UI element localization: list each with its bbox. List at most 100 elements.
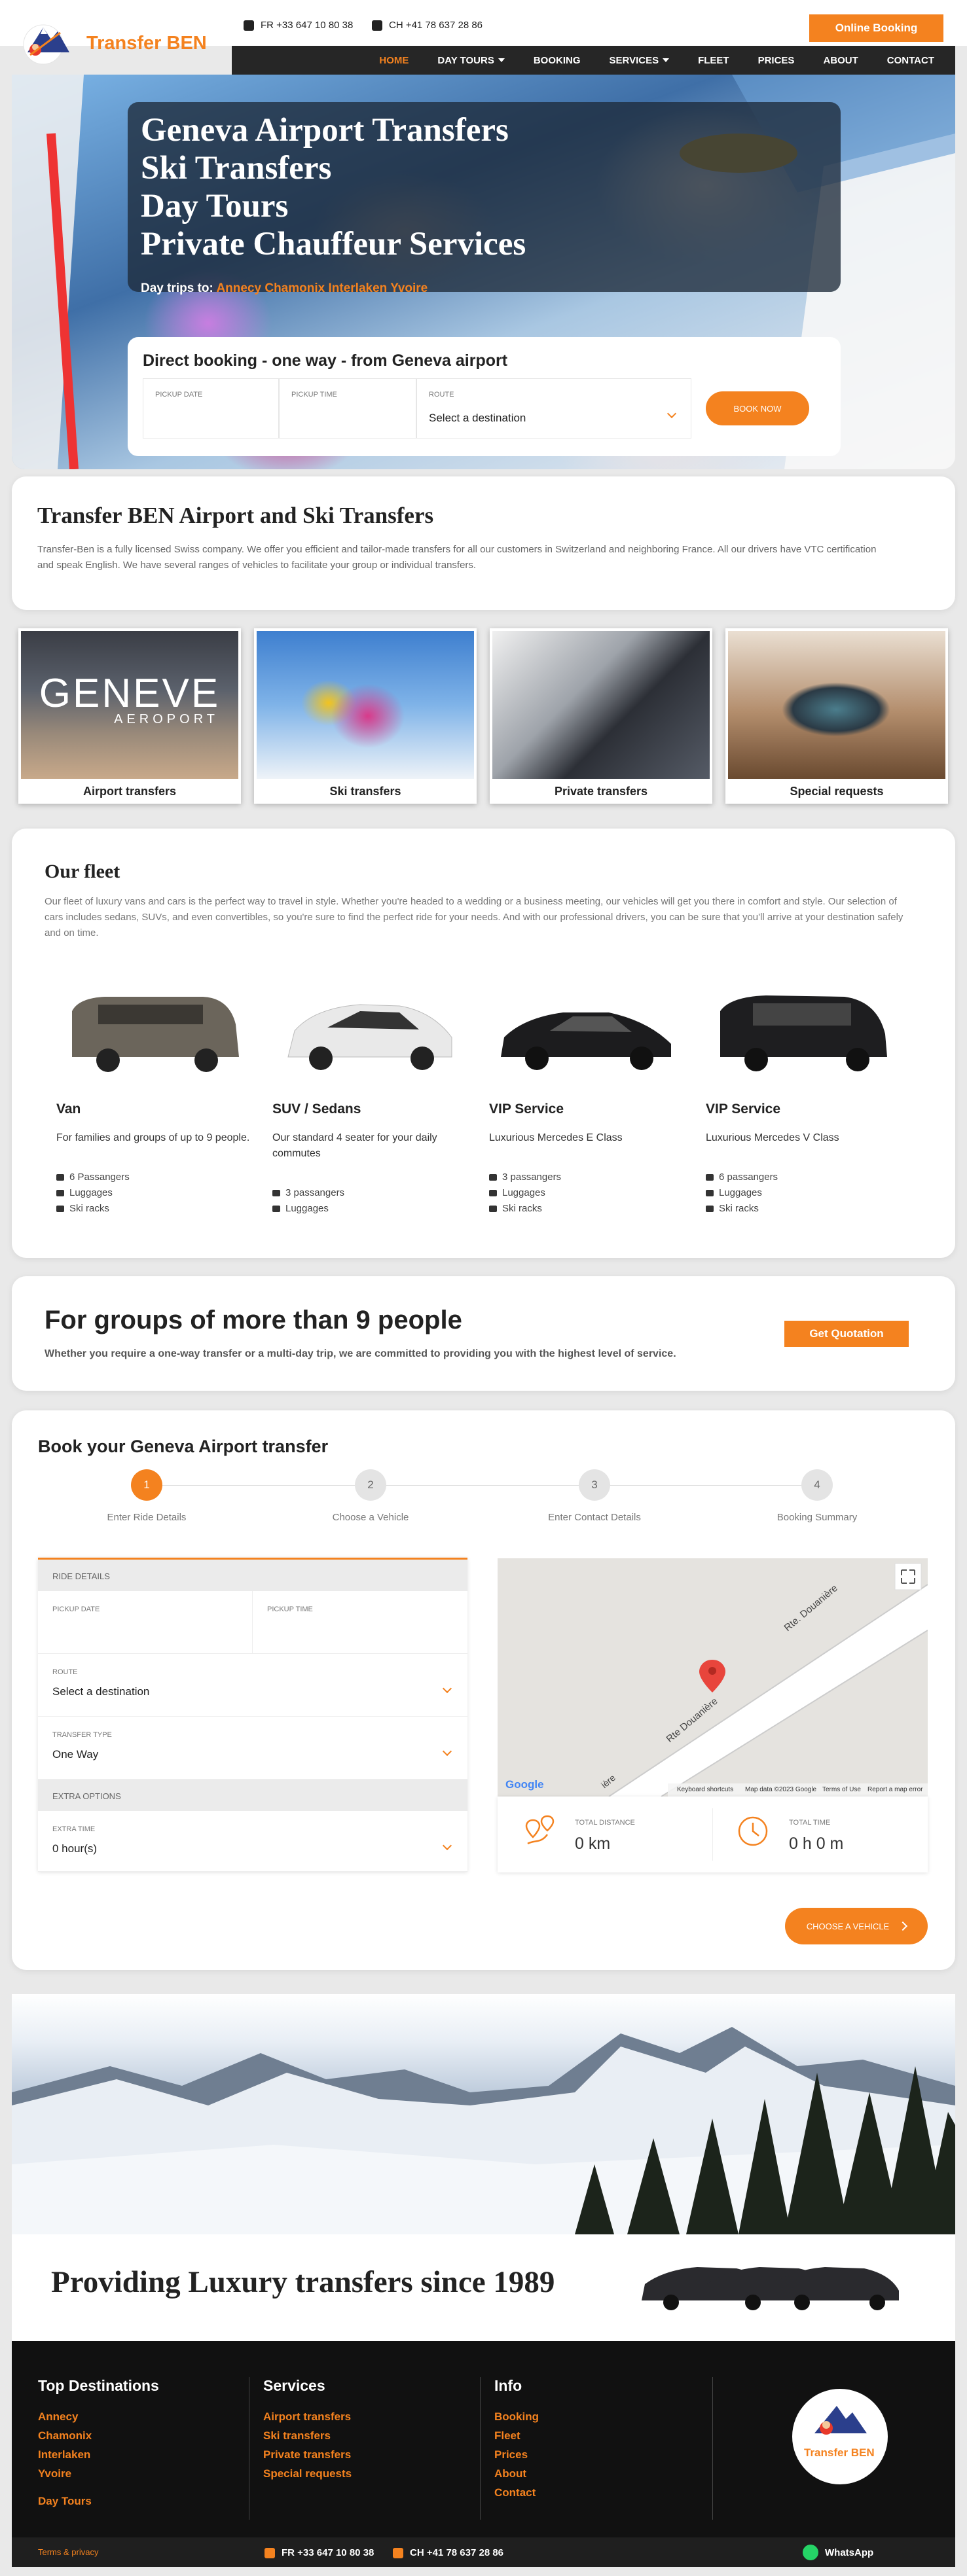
nav-fleet[interactable]: FLEET <box>684 55 744 66</box>
whatsapp-button[interactable]: WhatsApp <box>803 2545 873 2560</box>
day-trip-interlaken-link[interactable]: Interlaken <box>329 281 388 295</box>
nav-contact[interactable]: CONTACT <box>873 55 949 66</box>
service-card-private[interactable]: Private transfers <box>490 628 712 804</box>
footer-link-ski-transfers[interactable]: Ski transfers <box>263 2429 331 2442</box>
pickup-date-field[interactable]: PICKUP DATE <box>38 1591 253 1654</box>
phone-icon <box>372 20 382 31</box>
chevron-down-icon <box>442 1746 452 1757</box>
airport-image-text: GENEVE <box>39 671 221 716</box>
footer-link-yvoire[interactable]: Yvoire <box>38 2467 71 2480</box>
footer-phone-fr[interactable]: FR +33 647 10 80 38 <box>265 2547 374 2558</box>
suitcase-icon <box>706 1189 714 1196</box>
extra-time-label: EXTRA TIME <box>52 1825 96 1833</box>
airport-image: GENEVE AEROPORT <box>21 631 238 779</box>
day-trip-yvoire-link[interactable]: Yvoire <box>390 281 428 295</box>
service-card-ski[interactable]: Ski transfers <box>254 628 477 804</box>
feature-text: 6 Passangers <box>69 1172 130 1183</box>
terms-privacy-link[interactable]: Terms & privacy <box>38 2547 98 2557</box>
feature-luggages: Luggages <box>706 1187 762 1198</box>
transfer-type-select[interactable]: TRANSFER TYPE One Way <box>38 1717 467 1780</box>
route-stats: TOTAL DISTANCE 0 km TOTAL TIME 0 h 0 m <box>498 1797 928 1872</box>
step-4[interactable]: 4 <box>801 1469 833 1501</box>
footer-link-airport-transfers[interactable]: Airport transfers <box>263 2410 351 2424</box>
route-map[interactable]: Rte. Douanière Rte Douanière ière Google… <box>498 1558 928 1797</box>
service-card-special[interactable]: Special requests <box>725 628 948 804</box>
suitcase-icon <box>56 1189 64 1196</box>
hero-title-3: Day Tours <box>141 188 289 224</box>
pickup-time-label: PICKUP TIME <box>291 391 337 399</box>
special-image <box>728 631 945 779</box>
nav-day-tours[interactable]: DAY TOURS <box>423 55 519 66</box>
footer-link-booking[interactable]: Booking <box>494 2410 539 2424</box>
feature-luggages: Luggages <box>272 1203 329 1214</box>
skiing-icon <box>706 1205 714 1212</box>
choose-vehicle-label: CHOOSE A VEHICLE <box>806 1921 890 1931</box>
wizard-title: Book your Geneva Airport transfer <box>38 1437 329 1456</box>
get-quotation-button[interactable]: Get Quotation <box>784 1321 909 1347</box>
footer-link-interlaken[interactable]: Interlaken <box>38 2448 90 2461</box>
extra-time-select[interactable]: EXTRA TIME 0 hour(s) <box>38 1811 467 1872</box>
choose-vehicle-button[interactable]: CHOOSE A VEHICLE <box>785 1908 928 1944</box>
groups-title: For groups of more than 9 people <box>45 1306 462 1334</box>
nav-contact-label: CONTACT <box>886 54 934 66</box>
step-3[interactable]: 3 <box>579 1469 610 1501</box>
footer-link-contact[interactable]: Contact <box>494 2486 536 2499</box>
nav-home[interactable]: HOME <box>365 55 423 66</box>
footer-link-annecy[interactable]: Annecy <box>38 2410 78 2424</box>
feature-luggages: Luggages <box>56 1187 113 1198</box>
day-trip-chamonix-link[interactable]: Chamonix <box>265 281 325 295</box>
footer-logo[interactable]: Transfer BEN <box>792 2389 888 2484</box>
airport-image-subtext: AEROPORT <box>114 712 219 726</box>
service-card-airport[interactable]: GENEVE AEROPORT Airport transfers <box>18 628 241 804</box>
nav-booking-label: BOOKING <box>533 54 581 66</box>
map-pin-icon <box>525 1815 555 1845</box>
pickup-time-field[interactable]: PICKUP TIME <box>253 1591 467 1654</box>
footer-link-about[interactable]: About <box>494 2467 526 2480</box>
chevron-down-icon <box>442 1840 452 1851</box>
phone-ch[interactable]: CH +41 78 637 28 86 <box>372 20 483 31</box>
van-image <box>72 997 239 1072</box>
step-2[interactable]: 2 <box>355 1469 386 1501</box>
step-1[interactable]: 1 <box>131 1469 162 1501</box>
map-report-error[interactable]: Report a map error <box>867 1786 922 1793</box>
footer-phone-ch[interactable]: CH +41 78 637 28 86 <box>393 2547 503 2558</box>
footer-link-prices[interactable]: Prices <box>494 2448 528 2461</box>
feature-text: Ski racks <box>502 1203 542 1214</box>
quick-pickup-time-field[interactable]: PICKUP TIME <box>279 378 416 438</box>
route-value: Select a destination <box>52 1685 150 1698</box>
transfer-type-value: One Way <box>52 1748 99 1761</box>
footer-divider <box>480 2377 481 2520</box>
nav-booking[interactable]: BOOKING <box>519 55 595 66</box>
service-label-ski: Ski transfers <box>329 785 401 798</box>
nav-services[interactable]: SERVICES <box>595 55 684 66</box>
online-booking-button[interactable]: Online Booking <box>809 14 943 42</box>
vehicle-desc-suv: Our standard 4 seater for your daily com… <box>272 1132 437 1159</box>
footer-link-private-transfers[interactable]: Private transfers <box>263 2448 351 2461</box>
day-trip-annecy-link[interactable]: Annecy <box>216 281 261 295</box>
pickup-date-label: PICKUP DATE <box>52 1605 100 1613</box>
brand-logo[interactable]: Transfer BEN <box>21 13 217 72</box>
nav-about[interactable]: ABOUT <box>809 55 872 66</box>
quick-route-select[interactable]: ROUTE Select a destination <box>416 378 691 438</box>
map-terms[interactable]: Terms of Use <box>822 1786 861 1793</box>
brand-name: Transfer BEN <box>86 33 207 54</box>
phone-fr[interactable]: FR +33 647 10 80 38 <box>244 20 353 31</box>
check-icon <box>489 1173 497 1181</box>
vehicle-name-v-class: VIP Service <box>706 1101 781 1117</box>
nav-about-label: ABOUT <box>823 54 858 66</box>
nav-prices[interactable]: PRICES <box>744 55 809 66</box>
feature-text: Luggages <box>285 1203 329 1214</box>
route-select[interactable]: ROUTE Select a destination <box>38 1654 467 1717</box>
quick-pickup-date-field[interactable]: PICKUP DATE <box>143 378 279 438</box>
footer-link-fleet[interactable]: Fleet <box>494 2429 520 2442</box>
day-trips-line: Day trips to: Annecy Chamonix Interlaken… <box>141 281 428 296</box>
footer-link-chamonix[interactable]: Chamonix <box>38 2429 92 2442</box>
map-keyboard-shortcuts[interactable]: Keyboard shortcuts <box>677 1786 733 1793</box>
pickup-time-label: PICKUP TIME <box>267 1605 313 1613</box>
route-label: ROUTE <box>52 1668 78 1676</box>
footer-link-day-tours[interactable]: Day Tours <box>38 2495 92 2508</box>
private-image <box>492 631 710 779</box>
feature-text: Luggages <box>719 1187 762 1198</box>
book-now-button[interactable]: BOOK NOW <box>706 391 809 425</box>
footer-link-special-requests[interactable]: Special requests <box>263 2467 352 2480</box>
